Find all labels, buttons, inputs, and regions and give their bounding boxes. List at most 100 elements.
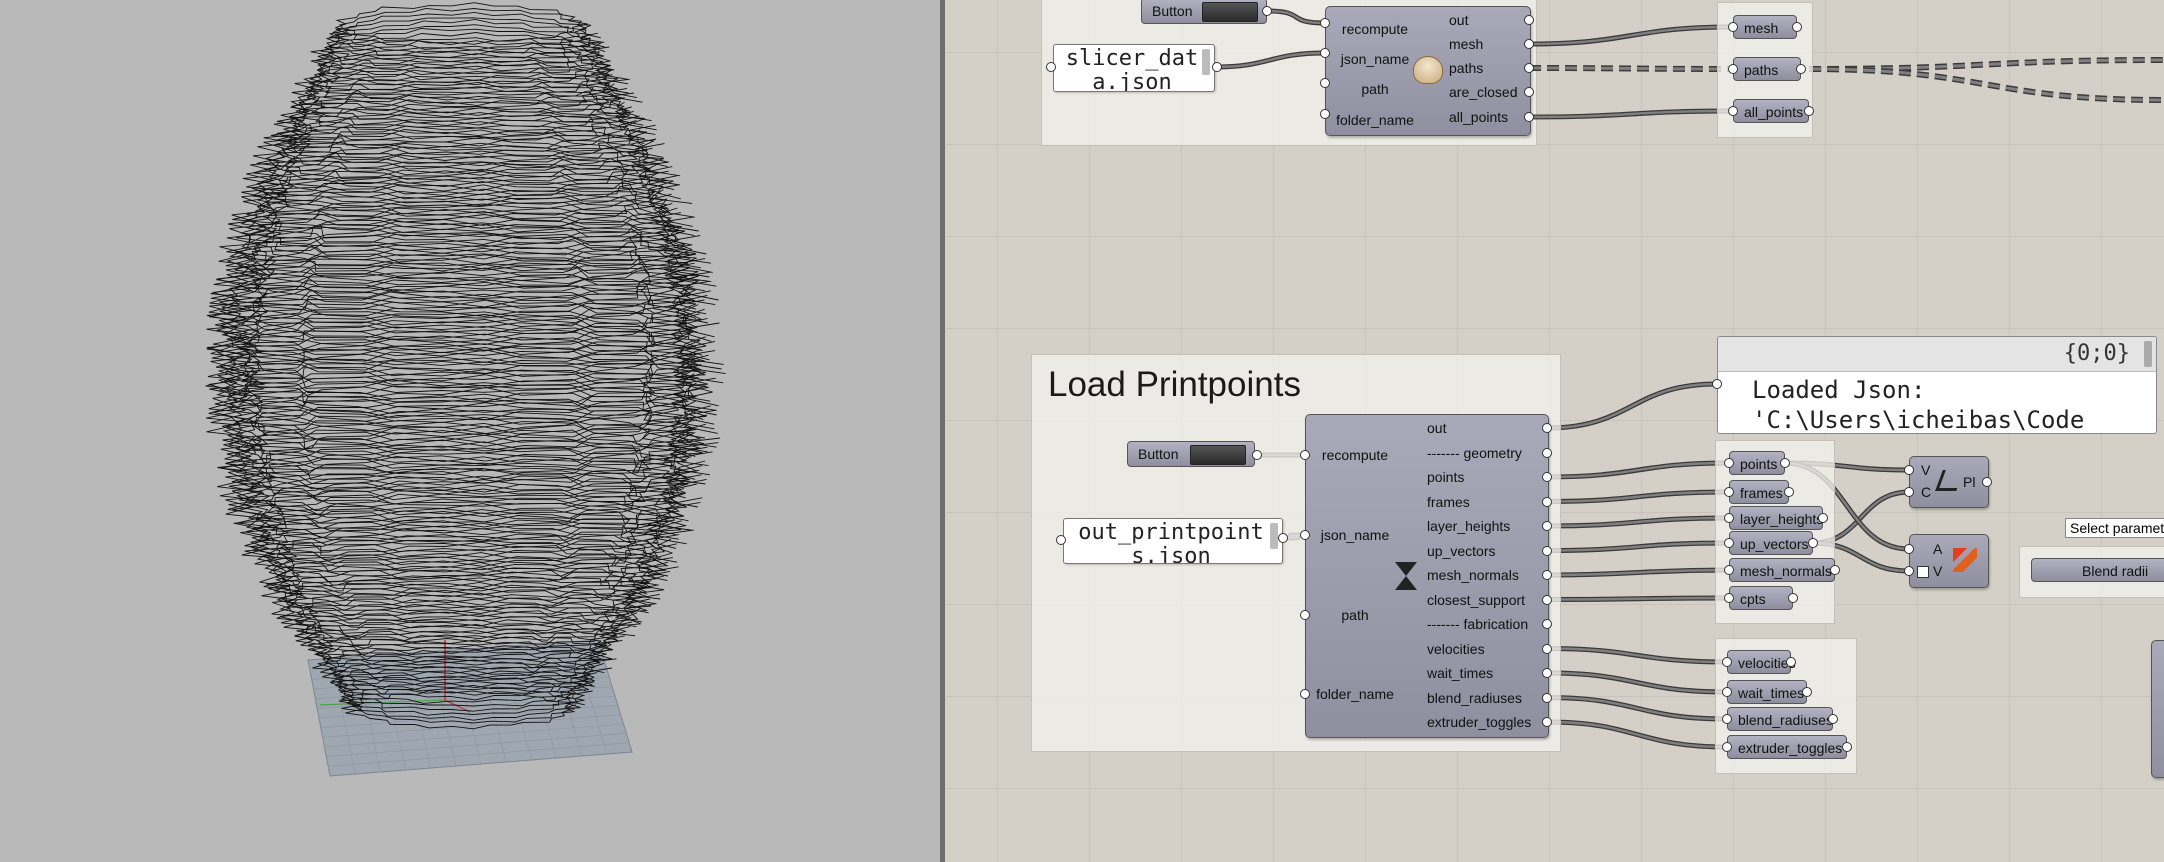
param-output-port[interactable]: [1808, 538, 1818, 548]
json-name-panel[interactable]: out_printpoints.json: [1063, 518, 1283, 564]
output-label: all_points: [1449, 109, 1509, 125]
output-port[interactable]: [1542, 717, 1552, 727]
output-port[interactable]: [1982, 477, 1992, 487]
output-port[interactable]: [1542, 692, 1552, 703]
param-points[interactable]: points: [1729, 451, 1785, 475]
output-label: velocities: [1427, 640, 1485, 657]
param-paths[interactable]: paths: [1733, 57, 1801, 81]
panel-output-port[interactable]: [1278, 533, 1288, 543]
param-output-port[interactable]: [1842, 742, 1852, 752]
param-mesh[interactable]: mesh: [1733, 15, 1797, 39]
param-output-port[interactable]: [1796, 64, 1806, 74]
input-port[interactable]: [1904, 465, 1914, 475]
output-panel[interactable]: {0;0} Loaded Json: 'C:\Users\icheibas\Co…: [1717, 336, 2157, 434]
panel-output-port[interactable]: [1212, 62, 1222, 72]
param-label: mesh: [1744, 20, 1779, 36]
param-input-port[interactable]: [1722, 687, 1732, 697]
param-input-port[interactable]: [1728, 22, 1738, 32]
output-port[interactable]: [1542, 521, 1552, 531]
param-output-port[interactable]: [1792, 22, 1802, 32]
output-label: mesh_normals: [1427, 567, 1519, 583]
button-swatch[interactable]: [1190, 445, 1246, 465]
param-layer_heights[interactable]: layer_heights: [1729, 506, 1823, 530]
select-parameter-tooltip: Select paramete: [2065, 518, 2164, 538]
panel-input-port[interactable]: [1046, 62, 1056, 72]
button-output-port[interactable]: [1252, 450, 1262, 460]
param-input-port[interactable]: [1722, 657, 1732, 667]
wire[interactable]: [1808, 66, 2164, 103]
output-port[interactable]: [1542, 423, 1552, 433]
param-input-port[interactable]: [1722, 714, 1732, 724]
param-input-port[interactable]: [1722, 742, 1732, 752]
input-port[interactable]: [1904, 566, 1914, 576]
param-output-port[interactable]: [1786, 657, 1796, 667]
output-port[interactable]: [1542, 545, 1552, 556]
output-port[interactable]: [1542, 570, 1552, 580]
output-port[interactable]: [1542, 643, 1552, 654]
param-all_points[interactable]: all_points: [1733, 99, 1809, 123]
param-input-port[interactable]: [1724, 458, 1734, 468]
param-input-port[interactable]: [1724, 513, 1734, 523]
param-input-port[interactable]: [1728, 64, 1738, 74]
input-port[interactable]: [1300, 610, 1310, 620]
param-output-port[interactable]: [1784, 487, 1794, 497]
rhino-viewport[interactable]: [0, 0, 940, 862]
output-port[interactable]: [1524, 15, 1534, 25]
vase-layers: [205, 2, 726, 730]
input-label: V: [1933, 563, 1943, 579]
output-port[interactable]: [1524, 63, 1534, 73]
panel-scrollbar[interactable]: [1270, 523, 1278, 549]
param-output-port[interactable]: [1804, 106, 1814, 116]
param-output-port[interactable]: [1802, 687, 1812, 697]
param-input-port[interactable]: [1724, 565, 1734, 575]
vector-display-component[interactable]: [1909, 534, 1989, 588]
param-frames[interactable]: frames: [1729, 480, 1789, 504]
input-port[interactable]: [1320, 109, 1330, 119]
output-port[interactable]: [1542, 619, 1552, 629]
panel-input-port[interactable]: [1056, 535, 1066, 545]
param-output-port[interactable]: [1818, 513, 1828, 523]
param-label: cpts: [1740, 591, 1766, 607]
offscreen-component[interactable]: [2151, 640, 2164, 778]
param-output-port[interactable]: [1780, 458, 1790, 468]
output-port[interactable]: [1542, 447, 1552, 458]
param-input-port[interactable]: [1728, 106, 1738, 116]
wire[interactable]: [1808, 57, 2164, 72]
param-mesh_normals[interactable]: mesh_normals: [1729, 558, 1835, 582]
output-port[interactable]: [1524, 112, 1534, 122]
panel-input-port[interactable]: [1712, 379, 1722, 389]
param-input-port[interactable]: [1724, 487, 1734, 497]
param-output-port[interactable]: [1830, 565, 1840, 575]
input-port[interactable]: [1320, 18, 1330, 28]
blend-radii-param[interactable]: Blend radii: [2031, 558, 2164, 582]
param-input-port[interactable]: [1724, 538, 1734, 548]
output-port[interactable]: [1542, 496, 1552, 507]
param-cpts[interactable]: cpts: [1729, 586, 1793, 610]
recompute-button[interactable]: Button: [1127, 441, 1255, 467]
output-port[interactable]: [1524, 87, 1534, 97]
input-port[interactable]: [1904, 544, 1914, 554]
input-port[interactable]: [1320, 48, 1330, 58]
input-label: recompute: [1321, 447, 1389, 463]
param-output-port[interactable]: [1788, 593, 1798, 603]
output-port[interactable]: [1542, 594, 1552, 605]
param-input-port[interactable]: [1724, 593, 1734, 603]
param-up_vectors[interactable]: up_vectors: [1729, 531, 1813, 555]
output-port[interactable]: [1524, 39, 1534, 49]
input-port[interactable]: [1904, 487, 1914, 497]
output-port[interactable]: [1542, 472, 1552, 482]
panel-scrollbar[interactable]: [2144, 341, 2152, 367]
input-port[interactable]: [1300, 689, 1310, 699]
input-port[interactable]: [1300, 530, 1310, 540]
input-port[interactable]: [1320, 78, 1330, 88]
param-extruder_toggles[interactable]: extruder_toggles: [1727, 735, 1847, 759]
param-blend_radiuses[interactable]: blend_radiuses: [1727, 707, 1833, 731]
output-label: extruder_toggles: [1427, 714, 1532, 730]
button-output-port[interactable]: [1262, 6, 1272, 16]
output-port[interactable]: [1542, 668, 1552, 678]
param-output-port[interactable]: [1828, 714, 1838, 724]
grasshopper-canvas[interactable]: Button slicer_data.json Load Printpoints…: [945, 0, 2164, 862]
param-velocities[interactable]: velocities: [1727, 650, 1796, 674]
input-port[interactable]: [1300, 450, 1310, 460]
param-wait_times[interactable]: wait_times: [1727, 680, 1807, 704]
